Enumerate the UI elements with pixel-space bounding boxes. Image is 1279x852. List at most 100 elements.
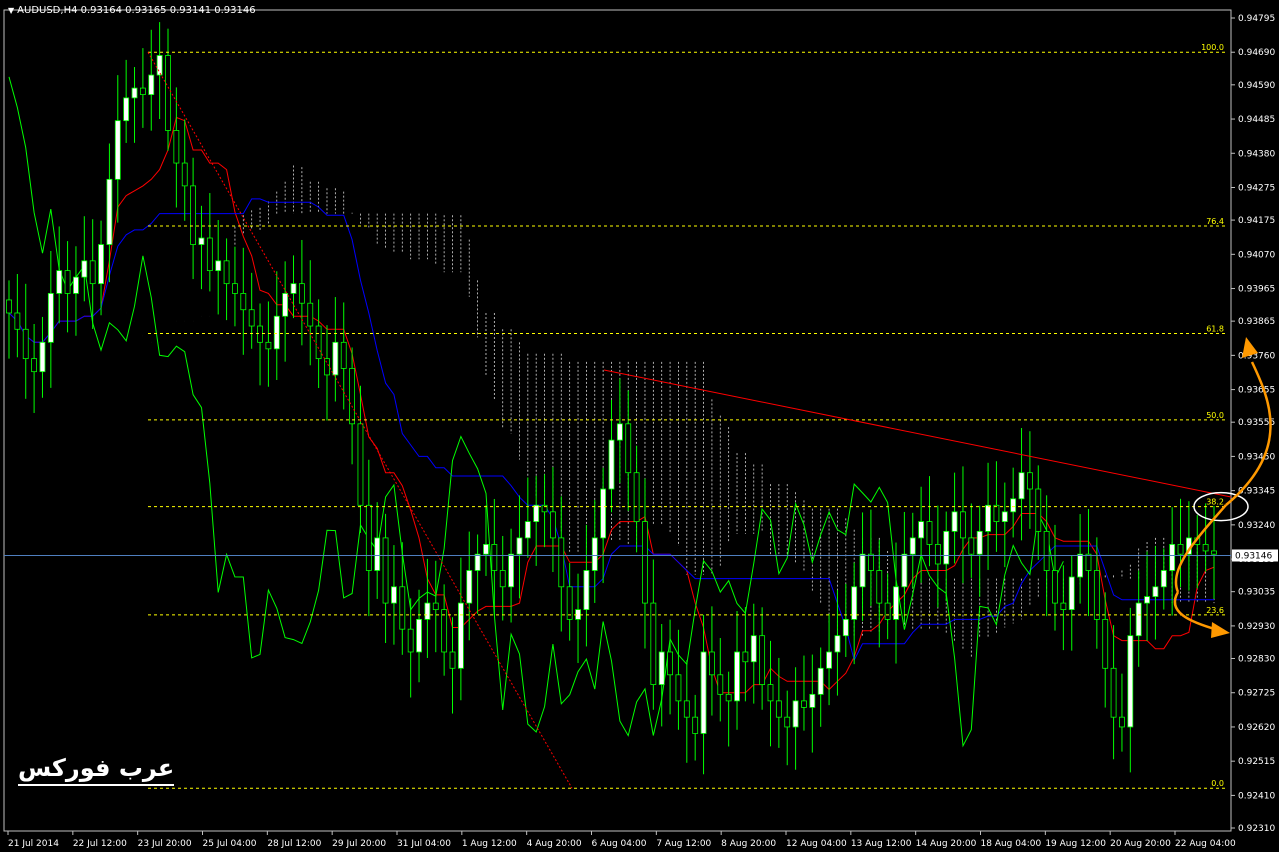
candle-body	[148, 74, 155, 95]
candle-body	[1127, 635, 1134, 728]
candle-body	[1110, 667, 1117, 718]
candle-body	[1043, 530, 1050, 571]
fib-level-label: 38.2	[1206, 498, 1224, 507]
candle-body	[1169, 544, 1176, 571]
candle-body	[382, 537, 389, 604]
price-tick-label: 0.92620	[1238, 723, 1275, 733]
price-tick-label: 0.94795	[1238, 14, 1275, 24]
candle-body	[391, 586, 397, 604]
price-tick-label: 0.92930	[1238, 622, 1275, 632]
candle-body	[667, 651, 673, 676]
fib-level-label: 0.0	[1211, 779, 1224, 788]
candle-body	[985, 504, 991, 532]
candle-body	[123, 97, 130, 122]
annotation-arrow-curve	[1225, 361, 1272, 506]
dropdown-triangle-icon[interactable]: ▼	[8, 6, 14, 15]
fib-level-label: 100.0	[1201, 43, 1224, 52]
candle-body	[22, 328, 29, 360]
candle-body	[934, 544, 941, 565]
candle-body	[809, 693, 816, 708]
chart-window[interactable]: 0.94795 0.94690 0.94590 0.94485 0.94380 0.942…	[0, 0, 1279, 852]
candle-body	[926, 521, 933, 545]
candle-body	[56, 270, 63, 294]
candle-body	[483, 544, 489, 555]
candle-body	[474, 553, 481, 571]
candle-body	[1135, 602, 1142, 637]
price-tick-label: 0.92515	[1238, 757, 1275, 767]
candle-body	[842, 618, 849, 637]
candle-body	[1177, 544, 1184, 555]
candle-body	[625, 423, 632, 474]
candle-body	[1052, 570, 1058, 604]
resistance-trendline	[603, 369, 1232, 498]
annotation-arrowhead-bottom	[1211, 622, 1230, 638]
price-tick-label: 0.93865	[1238, 317, 1275, 327]
fib-level-label: 61.8	[1206, 325, 1224, 334]
time-tick-label: 21 Jul 2014	[8, 839, 59, 849]
candle-body	[31, 358, 38, 373]
time-tick-label: 4 Aug 20:00	[527, 839, 582, 849]
candle-body	[89, 260, 96, 285]
candle-body	[759, 635, 766, 685]
candle-body	[834, 635, 841, 653]
price-tick-label: 0.94070	[1238, 250, 1275, 260]
candle-body	[81, 260, 88, 278]
candle-body	[240, 293, 247, 311]
candle-body	[424, 602, 431, 620]
time-tick-label: 12 Aug 04:00	[786, 839, 847, 849]
candle-body	[516, 537, 523, 555]
candle-body	[98, 244, 104, 285]
price-tick-label: 0.93035	[1238, 588, 1275, 598]
candle-body	[775, 700, 782, 718]
time-tick-label: 23 Jul 20:00	[138, 839, 192, 849]
time-tick-label: 29 Jul 20:00	[332, 839, 386, 849]
candle-body	[683, 700, 690, 718]
candle-body	[307, 302, 314, 327]
candle-body	[215, 260, 222, 272]
candle-body	[1152, 586, 1159, 597]
candle-body	[273, 315, 280, 350]
candle-body	[1144, 596, 1150, 604]
candle-body	[1077, 553, 1084, 578]
candle-body	[223, 260, 230, 285]
candle-body	[658, 651, 665, 685]
candle-body	[1001, 511, 1008, 523]
price-tick-label: 0.93240	[1238, 521, 1275, 531]
candle-body	[1010, 498, 1017, 513]
time-tick-label: 19 Aug 12:00	[1045, 839, 1106, 849]
candle-body	[432, 602, 439, 611]
candle-body	[901, 553, 908, 588]
candle-body	[449, 651, 456, 669]
candle-body	[257, 325, 263, 343]
candle-body	[826, 651, 832, 669]
time-tick-label: 20 Aug 20:00	[1110, 839, 1171, 849]
candle-body	[282, 293, 289, 317]
time-tick-label: 14 Aug 20:00	[916, 839, 977, 849]
candle-body	[734, 651, 740, 702]
candle-body	[324, 358, 330, 376]
candle-body	[106, 178, 113, 245]
chart-plot[interactable]: 0.94795 0.94690 0.94590 0.94485 0.94380 0.942…	[0, 0, 1279, 852]
candle-body	[1026, 472, 1033, 490]
time-tick-label: 22 Aug 04:00	[1175, 839, 1236, 849]
candle-body	[332, 341, 339, 376]
candle-body	[173, 130, 180, 164]
time-tick-label: 31 Jul 04:00	[397, 839, 451, 849]
candle-body	[591, 537, 598, 571]
price-tick-label: 0.92725	[1238, 689, 1275, 699]
candle-body	[206, 237, 213, 272]
candle-body	[876, 570, 883, 604]
candle-body	[692, 716, 699, 734]
candle-body	[960, 511, 966, 539]
time-tick-label: 22 Jul 12:00	[73, 839, 127, 849]
candle-body	[349, 368, 356, 425]
candle-body	[700, 651, 707, 734]
candle-body	[298, 283, 305, 304]
candle-body	[725, 693, 732, 702]
price-tick-label: 0.94175	[1238, 216, 1275, 226]
price-tick-label: 0.92830	[1238, 655, 1275, 665]
candle-body	[1085, 553, 1092, 571]
candle-body	[1211, 550, 1217, 555]
candle-body	[407, 628, 414, 653]
candle-body	[968, 537, 975, 555]
